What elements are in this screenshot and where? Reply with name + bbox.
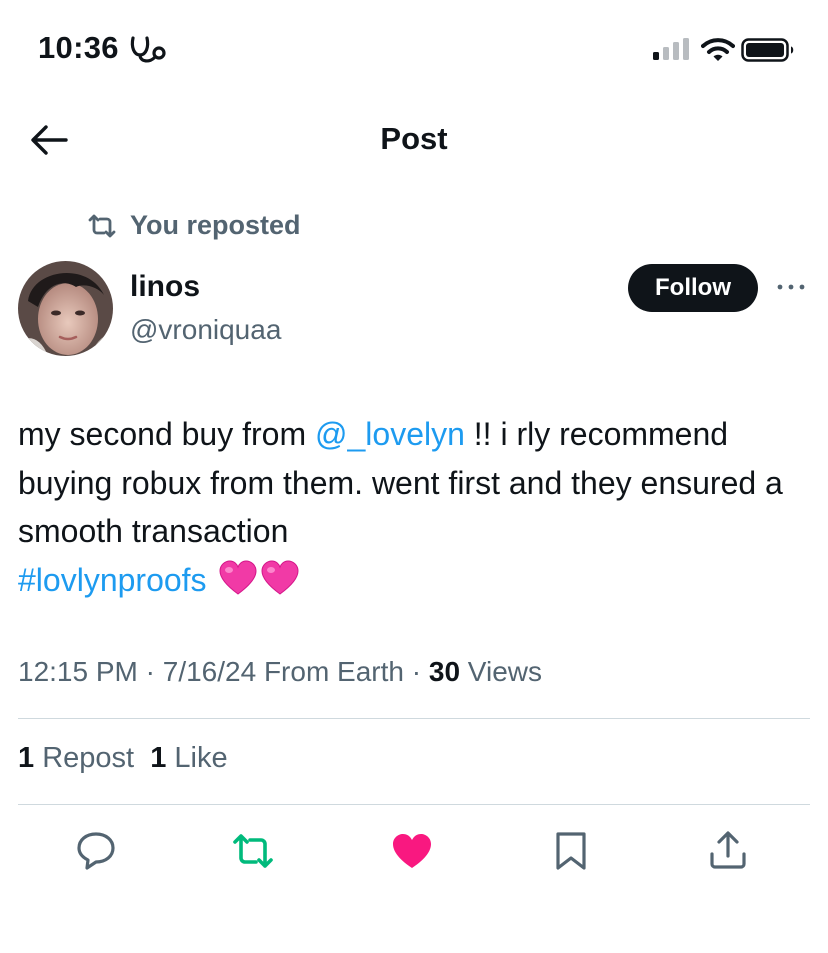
views-label: Views — [460, 656, 542, 687]
likes-label: Like — [166, 742, 228, 774]
share-button[interactable] — [705, 828, 751, 874]
share-icon — [710, 831, 746, 869]
comment-icon — [77, 832, 115, 870]
post-date: 7/16/24 — [162, 656, 257, 687]
battery-icon — [741, 38, 794, 62]
avatar-photo — [18, 261, 113, 356]
meta-separator: · — [137, 656, 163, 687]
post-meta: 12:15 PM · 7/16/24 From Earth · 30 Views — [18, 656, 542, 688]
bookmark-icon — [556, 832, 586, 870]
views-count: 30 — [428, 656, 461, 687]
reposts-count: 1 — [18, 742, 35, 774]
reply-button[interactable] — [73, 828, 119, 874]
more-options-icon[interactable] — [774, 276, 808, 298]
post-text-part: my second buy from — [18, 416, 315, 452]
author-name[interactable]: linos — [130, 270, 200, 304]
divider — [18, 804, 810, 805]
bookmark-button[interactable] — [548, 828, 594, 874]
post-source: From Earth — [256, 656, 404, 687]
hashtag-link[interactable]: #lovlynproofs — [18, 562, 207, 598]
repost-icon — [233, 834, 273, 868]
meta-separator: · — [403, 656, 429, 687]
repost-indicator: You reposted — [86, 210, 301, 241]
post-stats: 1 Repost 1 Like — [18, 742, 228, 775]
reposts-label: Repost — [34, 742, 135, 774]
stethoscope-icon — [130, 36, 166, 63]
avatar[interactable] — [18, 261, 113, 356]
repost-indicator-label: You reposted — [130, 210, 301, 240]
reposts-stat[interactable]: 1 Repost — [18, 742, 134, 774]
likes-count: 1 — [150, 742, 167, 774]
mention-link[interactable]: @_lovelyn — [315, 416, 465, 452]
wifi-icon — [701, 38, 735, 61]
post-time: 12:15 PM — [18, 656, 138, 687]
like-button[interactable] — [389, 828, 435, 874]
status-time: 10:36 — [38, 30, 119, 65]
divider — [18, 718, 810, 719]
repost-icon — [88, 214, 116, 237]
pink-heart-emoji-icon — [261, 559, 299, 595]
page-title: Post — [380, 121, 448, 156]
heart-icon — [393, 834, 431, 868]
cellular-signal-icon — [653, 38, 689, 60]
repost-button[interactable] — [230, 828, 276, 874]
author-handle[interactable]: @vroniquaa — [130, 314, 281, 346]
pink-heart-emoji-icon — [219, 559, 257, 595]
likes-stat[interactable]: 1 Like — [150, 742, 227, 774]
follow-button[interactable]: Follow — [628, 264, 758, 312]
post-text: my second buy from @_lovelyn !! i rly re… — [18, 410, 808, 604]
